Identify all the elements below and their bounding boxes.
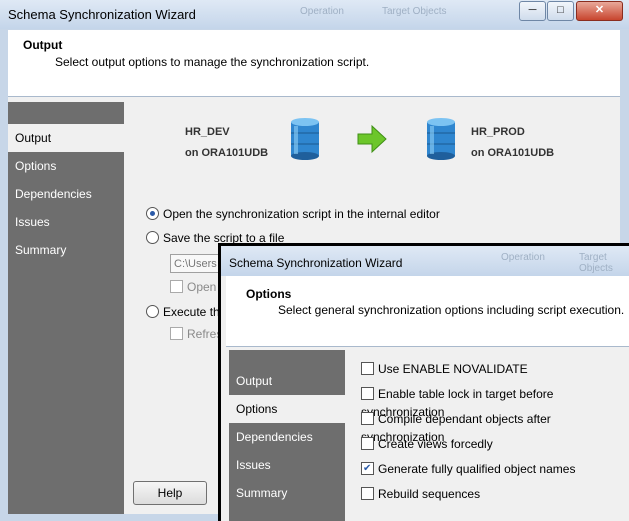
window-title: Schema Synchronization Wizard: [229, 256, 403, 270]
ghost-label-target-objects: Target Objects: [382, 6, 447, 17]
option-enable-table-lock[interactable]: Enable table lock in target before synch…: [361, 385, 629, 419]
nav-item-dependencies[interactable]: Dependencies: [8, 180, 124, 208]
title-bar: Schema Synchronization Wizard Operation …: [221, 246, 629, 276]
checkbox-icon: [361, 437, 374, 451]
source-schema: HR_DEV: [185, 126, 230, 138]
option-generate-qualified-names[interactable]: Generate fully qualified object names: [361, 460, 575, 478]
database-icon: [427, 118, 455, 160]
checkbox-open[interactable]: Open: [170, 278, 216, 296]
radio-icon: [146, 231, 159, 245]
help-button[interactable]: Help: [133, 481, 207, 505]
ghost-label-operation: Operation: [501, 252, 545, 263]
close-button[interactable]: ✕: [576, 1, 623, 21]
option-create-views-forcedly[interactable]: Create views forcedly: [361, 435, 493, 453]
radio-open-internal-editor[interactable]: Open the synchronization script in the i…: [146, 205, 440, 223]
wizard-nav: Output Options Dependencies Issues Summa…: [229, 350, 345, 521]
checkbox-refresh[interactable]: Refres: [170, 325, 222, 343]
option-compile-dependant-objects[interactable]: Compile dependant objects after synchron…: [361, 410, 629, 444]
wizard-window-front-frame: Schema Synchronization Wizard Operation …: [221, 246, 629, 521]
page-title: Options: [246, 287, 292, 301]
radio-label: Open the synchronization script in the i…: [163, 207, 440, 221]
wizard-nav: Output Options Dependencies Issues Summa…: [8, 102, 124, 514]
checkbox-icon: [170, 280, 183, 294]
source-server: on ORA101UDB: [185, 147, 269, 159]
nav-item-options[interactable]: Options: [229, 395, 345, 423]
radio-selected-icon: [146, 207, 159, 221]
checkbox-icon: [361, 362, 374, 376]
page-title: Output: [23, 38, 63, 52]
wizard-window-front: Schema Synchronization Wizard Operation …: [218, 243, 629, 521]
nav-item-output[interactable]: Output: [229, 367, 345, 395]
page-subtitle: Select output options to manage the sync…: [55, 55, 370, 69]
option-label: Use ENABLE NOVALIDATE: [378, 362, 528, 376]
wizard-header: Options Select general synchronization o…: [226, 276, 629, 347]
checkbox-icon: [361, 387, 374, 401]
option-label: Rebuild sequences: [378, 487, 481, 501]
database-icon: [291, 118, 319, 160]
option-use-enable-novalidate[interactable]: Use ENABLE NOVALIDATE: [361, 360, 528, 378]
nav-item-summary[interactable]: Summary: [229, 479, 345, 507]
nav-item-issues[interactable]: Issues: [229, 451, 345, 479]
radio-execute[interactable]: Execute the: [146, 303, 226, 321]
ghost-label-operation: Operation: [300, 6, 344, 17]
page-subtitle: Select general synchronization options i…: [278, 303, 625, 317]
checkbox-icon: [170, 327, 183, 341]
checkbox-icon: [361, 487, 374, 501]
nav-item-output[interactable]: Output: [8, 124, 124, 152]
window-title: Schema Synchronization Wizard: [8, 7, 196, 22]
title-bar: Schema Synchronization Wizard Operation …: [0, 0, 629, 29]
checkbox-checked-icon: [361, 460, 374, 478]
checkbox-label: Open: [187, 280, 217, 294]
option-label: Generate fully qualified object names: [378, 462, 576, 476]
maximize-button[interactable]: □: [547, 1, 574, 21]
option-rebuild-sequences[interactable]: Rebuild sequences: [361, 485, 480, 503]
radio-icon: [146, 305, 159, 319]
arrow-right-icon: [357, 124, 387, 154]
checkbox-icon: [361, 412, 374, 426]
nav-item-dependencies[interactable]: Dependencies: [229, 423, 345, 451]
nav-item-summary[interactable]: Summary: [8, 236, 124, 264]
target-server: on ORA101UDB: [471, 147, 555, 159]
ghost-label-target-objects: Target Objects: [579, 252, 613, 274]
minimize-button[interactable]: ─: [519, 1, 546, 21]
target-schema: HR_PROD: [471, 126, 525, 138]
nav-item-issues[interactable]: Issues: [8, 208, 124, 236]
wizard-header: Output Select output options to manage t…: [8, 30, 620, 97]
nav-item-options[interactable]: Options: [8, 152, 124, 180]
option-label: Create views forcedly: [378, 437, 493, 451]
radio-label: Execute the: [163, 305, 227, 319]
